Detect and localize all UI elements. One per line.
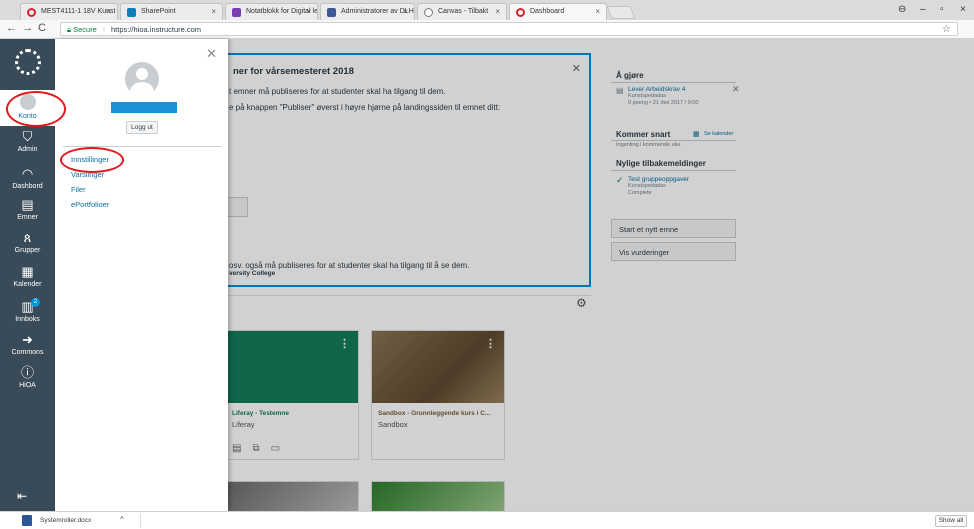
tab-label: Dashboard xyxy=(530,8,565,15)
browser-tab[interactable]: Canvas - Tilbakt × xyxy=(417,3,507,20)
inbox-icon: ▥ xyxy=(21,299,34,314)
maximize-icon[interactable]: ▫ xyxy=(940,4,944,15)
nav-item-label: Admin xyxy=(17,146,38,153)
new-tab-button[interactable] xyxy=(606,6,636,19)
annotation-circle xyxy=(6,91,66,127)
show-all-button[interactable]: Show all xyxy=(935,515,967,527)
address-bar-row: ← → C 🔒︎ Secure | https://hioa.instructu… xyxy=(0,20,974,39)
browser-tab[interactable]: MEST4111-1 18V Kunst × xyxy=(20,3,118,20)
logout-button[interactable]: Logg ut xyxy=(126,121,158,134)
collapse-nav-icon[interactable]: ⇤ xyxy=(17,489,27,503)
nav-item-label: Commons xyxy=(11,349,44,356)
url-separator: | xyxy=(102,25,105,34)
group-icon: ጰ xyxy=(23,230,32,245)
nav-item-label: HiOA xyxy=(19,382,36,389)
nav-item-label: Grupper xyxy=(14,247,41,254)
page-icon xyxy=(424,8,433,17)
book-icon: ▤ xyxy=(21,197,34,212)
nav-item-courses[interactable]: ▤ Emner xyxy=(0,197,55,222)
nav-item-label: Innboks xyxy=(15,316,40,323)
profile-icon[interactable]: ⊖ xyxy=(898,4,906,15)
canvas-icon xyxy=(27,8,36,17)
canvas-page: ner for vårsemesteret 2018 ✕ t emner må … xyxy=(0,39,974,511)
url-input[interactable]: 🔒︎ Secure | https://hioa.instructure.com… xyxy=(60,22,958,36)
nav-item-calendar[interactable]: ▦ Kalender xyxy=(0,264,55,289)
bookmark-star-icon[interactable]: ☆ xyxy=(942,24,951,35)
close-tab-icon[interactable]: × xyxy=(106,7,111,16)
browser-tab[interactable]: Administratorer av DLH × xyxy=(320,3,415,20)
account-tray: ✕ Logg ut Innstillinger Varslinger Filer… xyxy=(55,39,228,511)
close-tab-icon[interactable]: × xyxy=(495,7,500,16)
back-icon[interactable]: ← xyxy=(6,22,17,34)
download-filename: Systemroller.docx xyxy=(40,517,92,524)
avatar[interactable] xyxy=(125,62,159,96)
url-text: https://hioa.instructure.com xyxy=(111,25,202,34)
sharepoint-icon xyxy=(127,8,136,17)
nav-item-commons[interactable]: ➜ Commons xyxy=(0,332,55,357)
nav-item-label: Dashbord xyxy=(12,183,43,190)
download-bar: Systemroller.docx ^ Show all xyxy=(0,511,974,529)
browser-tab[interactable]: SharePoint × xyxy=(120,3,223,20)
nav-item-label: Emner xyxy=(17,214,38,221)
close-tab-icon[interactable]: × xyxy=(595,7,600,16)
facebook-icon xyxy=(327,8,336,17)
close-tab-icon[interactable]: × xyxy=(403,7,408,16)
browser-tab-bar: MEST4111-1 18V Kunst × SharePoint × Nota… xyxy=(0,0,974,20)
nav-item-groups[interactable]: ጰ Grupper xyxy=(0,230,55,255)
close-icon[interactable]: ✕ xyxy=(206,46,217,62)
unread-badge: 2 xyxy=(31,298,40,307)
nav-item-hioa[interactable]: ⓘ HiOA xyxy=(0,365,55,390)
link-eportfolios[interactable]: ePortfolioer xyxy=(71,200,109,209)
browser-tab-active[interactable]: Dashboard × xyxy=(509,3,607,20)
secure-label: Secure xyxy=(73,25,97,34)
nav-item-label: Kalender xyxy=(13,281,42,288)
word-document-icon xyxy=(22,515,32,526)
commons-icon: ➜ xyxy=(22,332,33,347)
nav-item-inbox[interactable]: ▥ 2 Innboks xyxy=(0,298,55,323)
avatar-body xyxy=(130,82,154,96)
minimize-icon[interactable]: – xyxy=(920,4,926,15)
close-tab-icon[interactable]: × xyxy=(211,7,216,16)
nav-item-dashboard[interactable]: ◠ Dashbord xyxy=(0,166,55,191)
avatar-head xyxy=(136,68,148,80)
download-item[interactable]: Systemroller.docx ^ xyxy=(22,515,132,527)
calendar-icon: ▦ xyxy=(21,264,34,279)
divider xyxy=(140,514,141,528)
tab-label: MEST4111-1 18V Kunst xyxy=(41,8,116,15)
annotation-circle xyxy=(60,147,124,173)
shield-icon: ⛉ xyxy=(22,129,33,144)
onenote-icon xyxy=(232,8,241,17)
lock-icon: 🔒︎ xyxy=(67,25,71,34)
info-icon: ⓘ xyxy=(20,365,34,380)
close-tab-icon[interactable]: × xyxy=(306,7,311,16)
reload-icon[interactable]: C xyxy=(38,22,46,34)
dashboard-icon: ◠ xyxy=(21,166,34,181)
canvas-logo-icon[interactable] xyxy=(15,49,41,75)
chevron-up-icon[interactable]: ^ xyxy=(120,515,124,524)
nav-item-admin[interactable]: ⛉ Admin xyxy=(0,129,55,154)
tab-label: SharePoint xyxy=(141,8,176,15)
canvas-icon xyxy=(516,8,525,17)
link-files[interactable]: Filer xyxy=(71,185,86,194)
forward-icon[interactable]: → xyxy=(22,22,33,34)
tab-label: Canvas - Tilbakt xyxy=(438,8,489,15)
browser-tab[interactable]: Notatblokk for Digital le × xyxy=(225,3,318,20)
close-window-icon[interactable]: × xyxy=(960,4,966,15)
redacted-user-name xyxy=(111,102,177,113)
